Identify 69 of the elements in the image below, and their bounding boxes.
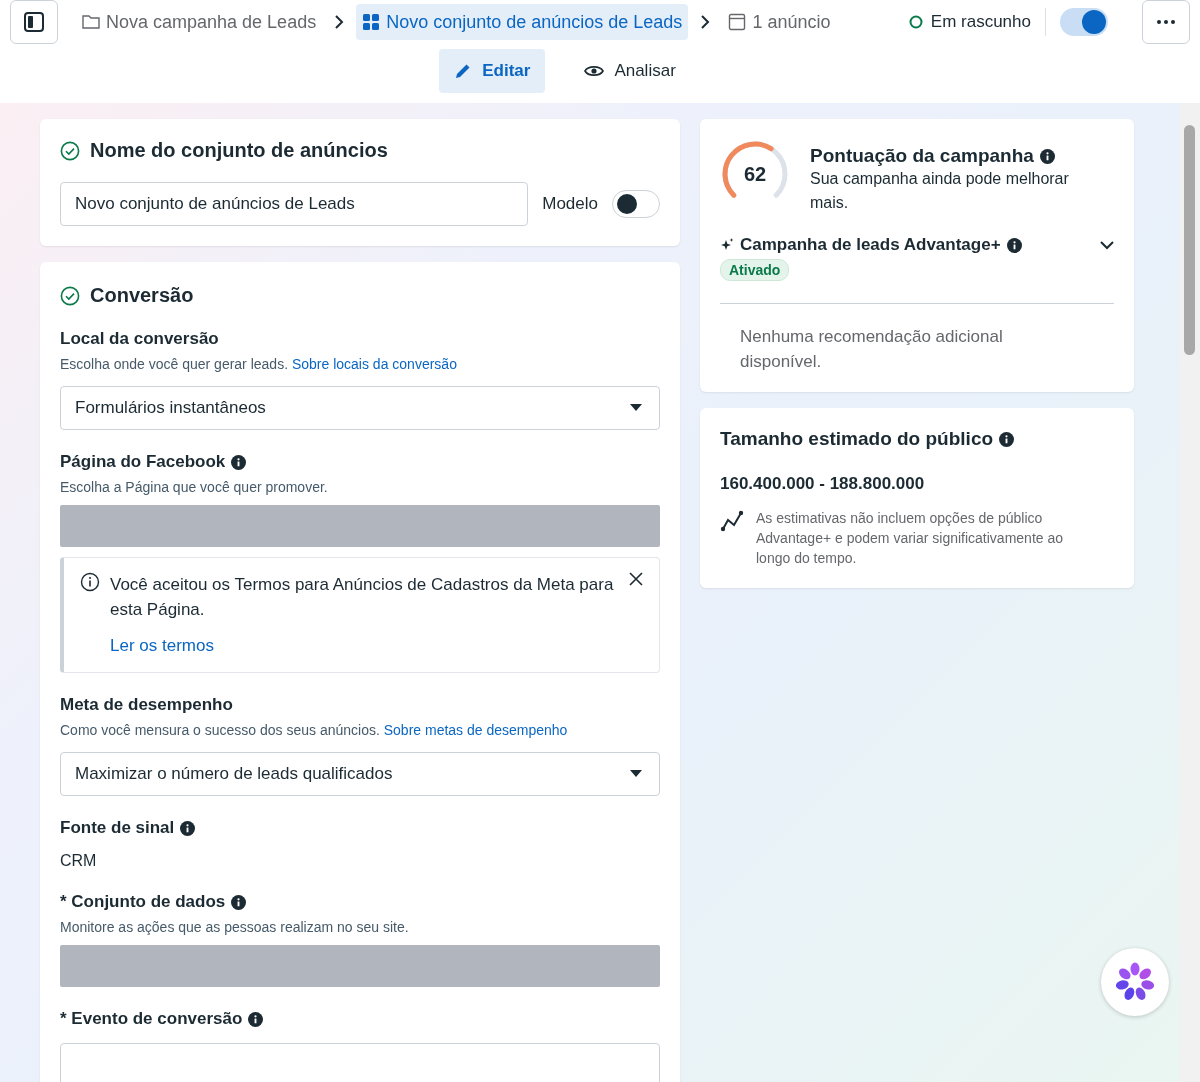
sidebar-icon (23, 11, 45, 33)
check-circle-icon (60, 140, 80, 161)
audience-note: As estimativas não incluem opções de público Advantage+ e podem variar significativamente ao longo do tempo. (756, 509, 1064, 568)
field-label: * Conjunto de dados (60, 892, 226, 912)
info-icon[interactable] (231, 894, 247, 910)
sparkle-icon (720, 238, 734, 252)
toggle-switch[interactable] (1060, 8, 1108, 36)
score-subtitle: Sua campanha ainda pode melhorar mais. (810, 169, 1070, 213)
info-icon[interactable] (248, 1011, 264, 1027)
gauge-track (722, 141, 788, 198)
grid-icon (362, 13, 381, 31)
info-icon[interactable] (180, 820, 196, 836)
score-value: 62 (742, 161, 768, 187)
breadcrumb-item[interactable]: Novo conjunto de anúncios de Leads (356, 4, 689, 40)
caret-icon (629, 770, 643, 778)
more-icon (1157, 20, 1175, 24)
help-text: Como você mensura o sucesso dos seus anúncios. Sobre metas de desempenho (60, 722, 569, 738)
field-label: * Evento de conversão (60, 1009, 243, 1029)
chevron-right-icon (700, 15, 711, 29)
sidebar-toggle-button[interactable] (10, 0, 58, 44)
info-icon[interactable] (1039, 148, 1055, 164)
close-icon[interactable] (629, 572, 643, 586)
chevron-right-icon (334, 15, 345, 29)
field-value: CRM (60, 852, 98, 870)
recommendation-note: Nenhuma recomendação adicional disponível. (739, 326, 1004, 373)
help-text: Escolha a Página que você quer promover. (60, 479, 329, 495)
terms-link[interactable]: Ler os termos (110, 636, 214, 656)
breadcrumb-item[interactable]: Nova campanha de Leads (76, 4, 323, 40)
mode-tab[interactable]: Editar (439, 49, 546, 93)
status-circle-icon (908, 15, 923, 29)
info-icon[interactable] (1006, 237, 1022, 253)
assistant-button[interactable] (1101, 948, 1169, 1016)
audience-range: 160.400.000 - 188.800.000 (720, 474, 926, 494)
status-badge: Ativado (720, 259, 790, 281)
toggle-switch[interactable] (612, 190, 660, 218)
input-field[interactable]: Novo conjunto de anúncios de Leads (60, 182, 529, 226)
window-icon (728, 13, 747, 31)
mode-tab[interactable]: Analisar (569, 49, 691, 93)
dropdown[interactable]: Maximizar o número de leads qualificados (60, 752, 660, 796)
help-text: Monitore as ações que as pessoas realizam no seu site. (60, 919, 410, 935)
advantage-title: Campanha de leads Advantage+ (740, 235, 1001, 255)
scrollbar[interactable] (1180, 103, 1200, 1082)
field-label: Página do Facebook (60, 452, 226, 472)
chevron-down-icon[interactable] (1100, 240, 1114, 250)
breadcrumb-item[interactable]: 1 anúncio (722, 4, 837, 40)
card-title: Nome do conjunto de anúncios (90, 139, 388, 162)
help-link[interactable]: Sobre metas de desempenho (383, 722, 568, 738)
notice-text: Você aceitou os Termos para Anúncios de Cadastros da Meta para esta Página. (110, 574, 615, 621)
help-text: Escolha onde você quer gerar leads. Sobre locais da conversão (60, 356, 458, 372)
folder-icon (82, 14, 100, 30)
help-link[interactable]: Sobre locais da conversão (291, 356, 457, 372)
check-circle-icon (60, 285, 80, 306)
dropdown[interactable]: Formulários instantâneos (60, 386, 660, 430)
status-label: Em rascunho (930, 12, 1031, 32)
info-icon[interactable] (999, 431, 1015, 447)
field-label: Fonte de sinal (60, 818, 175, 838)
gauge-fill (722, 141, 774, 198)
card-title: Conversão (90, 284, 194, 307)
template-label: Modelo (542, 194, 598, 214)
eye-icon (584, 64, 605, 78)
info-outline-icon (80, 572, 100, 592)
score-title: Pontuação da campanha (810, 145, 1034, 167)
card-title: Tamanho estimado do público (720, 428, 994, 450)
info-icon[interactable] (231, 454, 247, 470)
field-label: Meta de desempenho (60, 695, 233, 715)
caret-icon (629, 404, 643, 412)
pencil-icon (454, 62, 473, 80)
field-label: Local da conversão (60, 329, 219, 349)
trend-line-icon (720, 510, 744, 532)
